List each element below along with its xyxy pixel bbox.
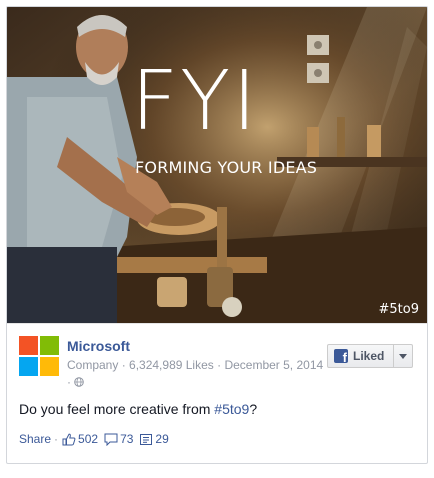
- meta-separator: ·: [213, 358, 225, 372]
- liked-dropdown-button[interactable]: [394, 353, 412, 359]
- post-photo[interactable]: FYI FORMING YOUR IDEAS #5to9: [7, 7, 427, 323]
- post-actions: Share · 502 73 29: [19, 432, 175, 446]
- page-likes-count: 6,324,989 Likes: [129, 358, 214, 372]
- microsoft-logo-icon[interactable]: [19, 336, 59, 376]
- shares-count-link[interactable]: 29: [139, 432, 169, 446]
- image-subtitle: FORMING YOUR IDEAS: [135, 158, 318, 177]
- shares-count: 29: [155, 432, 169, 446]
- facebook-post-card: FYI FORMING YOUR IDEAS #5to9 Microsoft C…: [6, 6, 428, 464]
- post-date-link[interactable]: December 5, 2014: [224, 358, 323, 372]
- share-icon: [140, 433, 153, 445]
- comments-count-link[interactable]: 73: [104, 432, 133, 446]
- globe-icon[interactable]: [74, 377, 85, 387]
- liked-button[interactable]: f Liked: [327, 344, 413, 368]
- comments-count: 73: [120, 432, 134, 446]
- actions-separator: ·: [54, 432, 59, 446]
- image-hashtag: #5to9: [378, 302, 420, 317]
- liked-button-main[interactable]: f Liked: [328, 345, 394, 367]
- page-info: Microsoft Company · 6,324,989 Likes · De…: [7, 323, 427, 389]
- comment-icon: [104, 433, 118, 446]
- likes-count-link[interactable]: 502: [62, 432, 98, 446]
- message-text: Do you feel more creative from: [19, 401, 215, 417]
- meta-separator: ·: [118, 358, 130, 372]
- page-meta: Company · 6,324,989 Likes · December 5, …: [67, 357, 329, 391]
- thumbs-up-icon: [62, 433, 76, 445]
- chevron-down-icon: [399, 353, 407, 359]
- facebook-f-icon: f: [334, 349, 348, 365]
- page-category: Company: [67, 358, 119, 372]
- message-text-end: ?: [249, 401, 258, 417]
- post-message: Do you feel more creative from #5to9?: [19, 401, 257, 417]
- page-name-link[interactable]: Microsoft: [67, 338, 130, 354]
- share-link[interactable]: Share: [19, 432, 51, 446]
- likes-count: 502: [78, 432, 99, 446]
- message-hashtag-link[interactable]: #5to9: [214, 401, 249, 417]
- liked-label: Liked: [353, 349, 385, 363]
- meta-separator: ·: [67, 375, 75, 389]
- image-title: FYI: [131, 54, 259, 149]
